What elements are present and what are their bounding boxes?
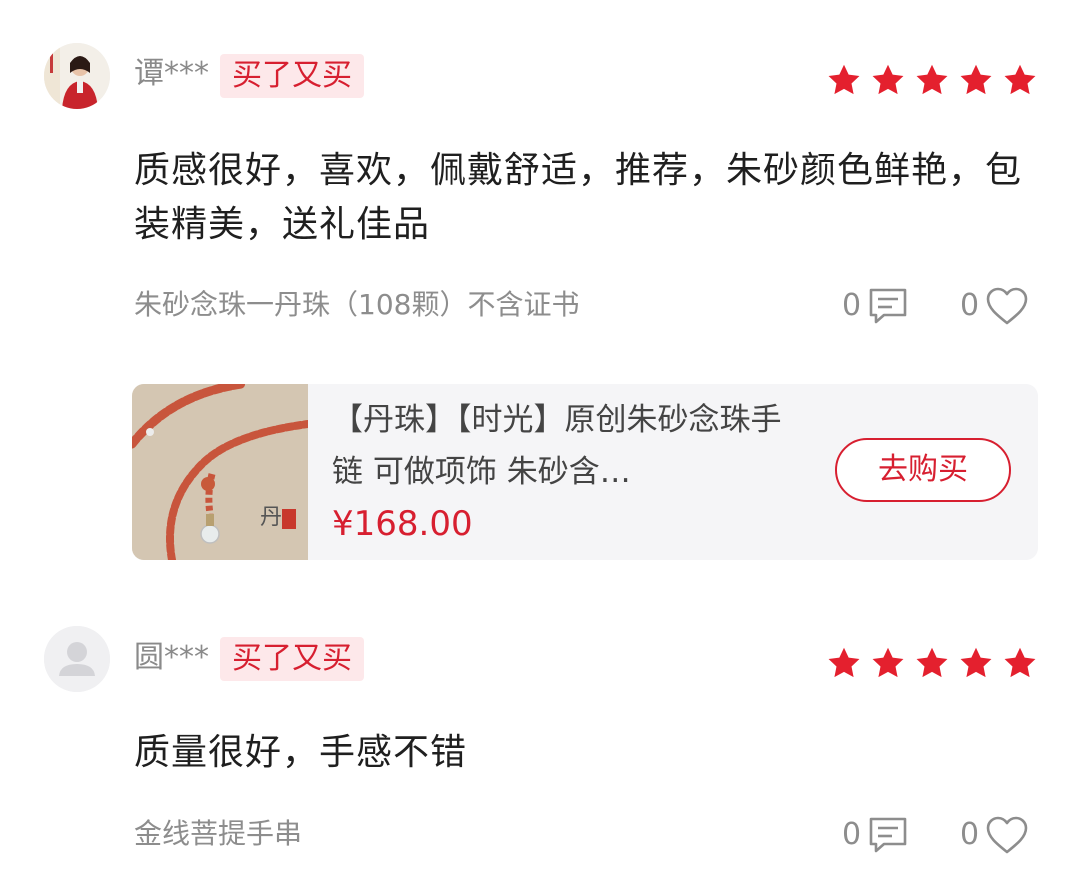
product-thumbnail[interactable]: 丹 xyxy=(132,384,308,560)
repurchase-badge: 买了又买 xyxy=(220,54,364,98)
heart-icon xyxy=(986,816,1028,854)
product-card[interactable]: 丹 【丹珠】【时光】原创朱砂念珠手链 可做项饰 朱砂含… ¥168.00 去购买 xyxy=(132,384,1038,560)
star-icon xyxy=(872,647,904,678)
star-icon xyxy=(1004,647,1036,678)
reviews-page: 谭*** 买了又买 质感很好，喜欢，佩戴舒适，推荐，朱砂颜色鲜艳，包装精美，送礼… xyxy=(0,0,1080,886)
repurchase-badge: 买了又买 xyxy=(220,637,364,681)
star-icon xyxy=(960,64,992,95)
star-icon xyxy=(916,64,948,95)
star-rating xyxy=(826,645,1038,681)
thumbnail-watermark: 丹 xyxy=(260,505,282,530)
heart-icon xyxy=(986,287,1028,325)
comment-button[interactable]: 0 xyxy=(842,815,909,855)
star-icon xyxy=(916,647,948,678)
review-text: 质感很好，喜欢，佩戴舒适，推荐，朱砂颜色鲜艳，包装精美，送礼佳品 xyxy=(134,150,1023,245)
comment-icon xyxy=(869,288,907,324)
like-button[interactable]: 0 xyxy=(960,286,1029,326)
product-title[interactable]: 【丹珠】【时光】原创朱砂念珠手链 可做项饰 朱砂含… xyxy=(332,394,802,498)
star-icon xyxy=(872,64,904,95)
purchased-product-label: 金线菩提手串 xyxy=(134,817,303,850)
username: 谭*** xyxy=(134,56,209,91)
user-icon xyxy=(44,626,110,692)
avatar[interactable] xyxy=(44,43,110,109)
buy-button[interactable]: 去购买 xyxy=(835,438,1011,502)
star-icon xyxy=(828,647,860,678)
avatar-photo xyxy=(44,43,110,109)
comment-count: 0 xyxy=(842,817,862,852)
star-icon xyxy=(828,64,860,95)
username: 圆*** xyxy=(134,640,209,675)
comment-icon xyxy=(869,817,907,853)
like-button[interactable]: 0 xyxy=(960,815,1029,855)
like-count: 0 xyxy=(960,817,980,852)
star-icon xyxy=(1004,64,1036,95)
comment-button[interactable]: 0 xyxy=(842,286,909,326)
like-count: 0 xyxy=(960,288,980,323)
star-rating xyxy=(826,62,1038,98)
star-icon xyxy=(960,647,992,678)
purchased-product-label: 朱砂念珠一丹珠（108颗）不含证书 xyxy=(134,288,580,321)
product-price: ¥168.00 xyxy=(332,504,473,544)
review-text: 质量很好，手感不错 xyxy=(134,732,468,773)
comment-count: 0 xyxy=(842,288,862,323)
avatar[interactable] xyxy=(44,626,110,692)
